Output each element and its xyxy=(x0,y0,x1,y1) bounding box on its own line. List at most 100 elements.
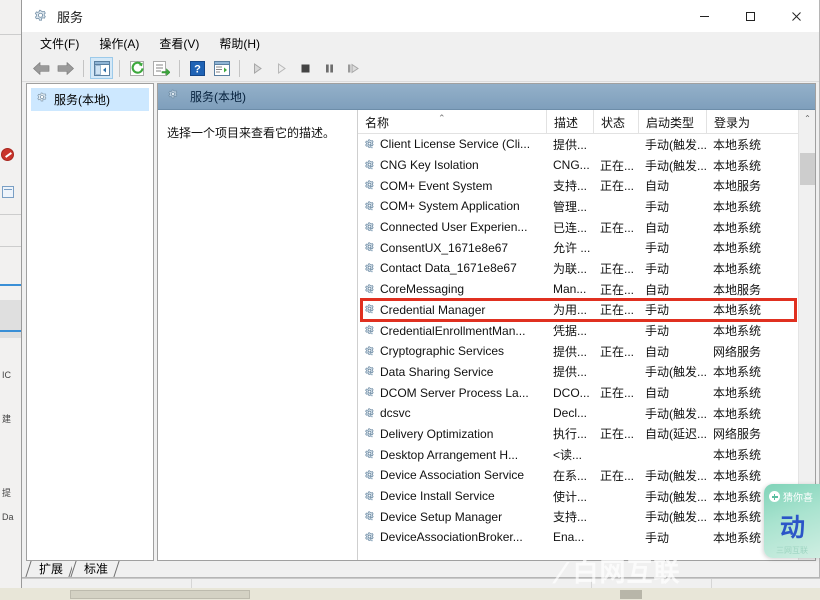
service-gear-icon xyxy=(363,345,376,358)
table-row[interactable]: Delivery Optimization 执行... 正在... 自动(延迟... 网… xyxy=(358,424,798,445)
service-gear-icon xyxy=(363,138,376,151)
maximize-button[interactable] xyxy=(727,0,773,32)
table-row[interactable]: Contact Data_1671e8e67 为联... 正在... 手动 本地系统 xyxy=(358,258,798,279)
table-row[interactable]: CoreMessaging Man... 正在... 自动 本地服务 xyxy=(358,279,798,300)
promo-title: 猜你喜 xyxy=(783,493,813,504)
tab-standard[interactable]: 标准 xyxy=(72,561,118,577)
cell-description: Ena... xyxy=(553,530,585,545)
cell-description: 支持... xyxy=(553,179,588,194)
table-row[interactable]: Device Association Service 在系... 正在... 手动(触… xyxy=(358,465,798,486)
console-tree-pane: 服务(本地) xyxy=(26,83,154,561)
cell-log-on-as: 本地系统 xyxy=(713,199,762,214)
taskbar-item-secondary[interactable] xyxy=(620,590,642,599)
cell-service-name: CredentialEnrollmentMan... xyxy=(358,324,546,338)
scrollbar-thumb[interactable] xyxy=(800,153,815,185)
cell-log-on-as: 本地系统 xyxy=(713,489,762,504)
column-header-3[interactable]: 启动类型 xyxy=(638,110,706,134)
services-gear-icon xyxy=(35,91,49,108)
column-header-label: 描述 xyxy=(554,115,579,130)
table-row[interactable]: CNG Key Isolation CNG... 正在... 手动(触发... 本地系统 xyxy=(358,155,798,176)
column-header-0[interactable]: 名称 ⌃ xyxy=(358,110,546,134)
table-row[interactable]: ConsentUX_1671e8e67 允许 ... 手动 本地系统 xyxy=(358,237,798,258)
cell-startup-type: 自动 xyxy=(645,344,670,359)
table-row[interactable]: Connected User Experien... 已连... 正在... 自动 本地… xyxy=(358,217,798,238)
menu-help[interactable]: 帮助(H) xyxy=(209,33,270,54)
back-button[interactable] xyxy=(30,57,53,79)
cell-log-on-as: 本地系统 xyxy=(713,303,762,318)
table-row[interactable]: DCOM Server Process La... DCO... 正在... 自动 本地… xyxy=(358,382,798,403)
cell-startup-type: 手动(触发... xyxy=(645,158,706,173)
table-row[interactable]: Client License Service (Cli... 提供... 手动(触发… xyxy=(358,134,798,155)
cell-description: <读... xyxy=(553,448,583,463)
title-bar[interactable]: 服务 xyxy=(22,0,819,32)
pause-service-button[interactable] xyxy=(318,57,341,79)
cell-log-on-as: 本地系统 xyxy=(713,261,762,276)
scroll-up-arrow[interactable]: ⌃ xyxy=(799,110,816,127)
forward-button[interactable] xyxy=(54,57,77,79)
restart-service-button[interactable] xyxy=(342,57,365,79)
service-gear-icon xyxy=(363,241,376,254)
sort-ascending-icon: ⌃ xyxy=(438,113,446,123)
service-name-label: dcsvc xyxy=(380,406,411,421)
cell-log-on-as: 本地服务 xyxy=(713,179,762,194)
start-service-button[interactable] xyxy=(246,57,269,79)
close-button[interactable] xyxy=(773,0,819,32)
column-header-4[interactable]: 登录为 xyxy=(706,110,764,134)
taskbar xyxy=(0,588,820,600)
service-gear-icon xyxy=(363,179,376,192)
tab-extended[interactable]: 扩展 xyxy=(27,561,73,577)
resume-service-button[interactable] xyxy=(270,57,293,79)
promo-header: 猜你喜 xyxy=(764,484,820,504)
promo-widget[interactable]: 猜你喜 动 三网互联 xyxy=(764,484,820,558)
column-header-label: 启动类型 xyxy=(646,115,695,130)
table-row[interactable]: COM+ Event System 支持... 正在... 自动 本地服务 xyxy=(358,175,798,196)
stop-service-button[interactable] xyxy=(294,57,317,79)
column-header-2[interactable]: 状态 xyxy=(593,110,638,134)
table-row[interactable]: Desktop Arrangement H... <读... 本地系统 xyxy=(358,444,798,465)
service-name-label: CNG Key Isolation xyxy=(380,158,479,173)
service-name-label: CredentialEnrollmentMan... xyxy=(380,323,526,338)
table-row[interactable]: Cryptographic Services 提供... 正在... 自动 网络服务 xyxy=(358,341,798,362)
table-row[interactable]: Device Setup Manager 支持... 手动(触发... 本地系统 xyxy=(358,506,798,527)
toolbar: ? xyxy=(22,55,819,82)
refresh-button[interactable] xyxy=(126,57,149,79)
service-name-label: Cryptographic Services xyxy=(380,344,505,359)
help-button[interactable]: ? xyxy=(186,57,209,79)
table-row[interactable]: Device Install Service 使计... 手动(触发... 本地系统 xyxy=(358,486,798,507)
minimize-button[interactable] xyxy=(681,0,727,32)
services-list-pane: 名称 ⌃ 描述 状态 启动类型 登录为 Client License Service (C… xyxy=(358,110,798,560)
properties-button[interactable] xyxy=(210,57,233,79)
service-name-label: COM+ Event System xyxy=(380,178,493,193)
cell-service-name: Cryptographic Services xyxy=(358,344,546,358)
show-hide-tree-button[interactable] xyxy=(90,57,113,79)
menu-action[interactable]: 操作(A) xyxy=(89,33,149,54)
description-pane: 选择一个项目来查看它的描述。 xyxy=(158,110,358,560)
service-name-label: CoreMessaging xyxy=(380,282,465,297)
taskbar-item[interactable] xyxy=(70,590,250,599)
service-name-label: COM+ System Application xyxy=(380,199,520,214)
tree-item-services-local[interactable]: 服务(本地) xyxy=(31,88,149,111)
table-row[interactable]: dcsvc Decl... 手动(触发... 本地系统 xyxy=(358,403,798,424)
cell-description: 为用... xyxy=(553,303,588,318)
background-list-icon xyxy=(2,186,14,198)
cell-log-on-as: 本地系统 xyxy=(713,137,762,152)
column-header-1[interactable]: 描述 xyxy=(546,110,593,134)
plus-circle-icon xyxy=(769,491,780,502)
service-name-label: ConsentUX_1671e8e67 xyxy=(380,240,509,255)
cell-description: Decl... xyxy=(553,406,588,421)
cell-service-name: ConsentUX_1671e8e67 xyxy=(358,241,546,255)
table-row[interactable]: CredentialEnrollmentMan... 凭据... 手动 本地系统 xyxy=(358,320,798,341)
menu-file[interactable]: 文件(F) xyxy=(30,33,89,54)
menu-view[interactable]: 查看(V) xyxy=(149,33,209,54)
table-row[interactable]: DeviceAssociationBroker... Ena... 手动 本地系统 xyxy=(358,527,798,548)
cell-startup-type: 自动 xyxy=(645,220,670,235)
cell-service-name: Client License Service (Cli... xyxy=(358,137,546,151)
error-badge-icon xyxy=(1,148,14,161)
cell-log-on-as: 网络服务 xyxy=(713,427,762,442)
table-row[interactable]: Data Sharing Service 提供... 手动(触发... 本地系统 xyxy=(358,362,798,383)
description-text: 选择一个项目来查看它的描述。 xyxy=(167,126,336,140)
services-gear-icon xyxy=(166,88,180,105)
table-row[interactable]: Credential Manager 为用... 正在... 手动 本地系统 xyxy=(358,300,798,321)
table-row[interactable]: COM+ System Application 管理... 手动 本地系统 xyxy=(358,196,798,217)
export-list-button[interactable] xyxy=(150,57,173,79)
